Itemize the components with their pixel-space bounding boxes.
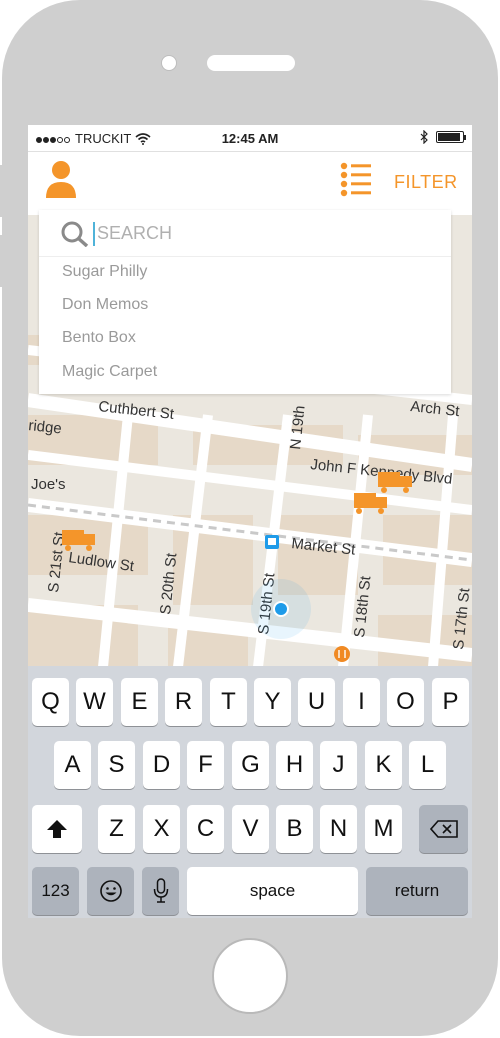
battery-icon: [436, 131, 466, 143]
key-d[interactable]: D: [143, 741, 180, 789]
key-i[interactable]: I: [343, 678, 380, 726]
key-b[interactable]: B: [276, 805, 313, 853]
key-x[interactable]: X: [143, 805, 180, 853]
key-e[interactable]: E: [121, 678, 158, 726]
microphone-icon: [153, 878, 168, 903]
location-dot-icon: [273, 601, 289, 617]
bluetooth-icon: [420, 130, 428, 144]
return-key[interactable]: return: [366, 867, 468, 915]
suggestion-item[interactable]: Magic Carpet: [62, 363, 157, 381]
volume-up-button: [0, 165, 4, 217]
app-header: FILTER: [28, 152, 472, 210]
key-y[interactable]: Y: [254, 678, 291, 726]
suggestion-item[interactable]: Don Memos: [62, 296, 148, 314]
key-a[interactable]: A: [54, 741, 91, 789]
key-g[interactable]: G: [232, 741, 269, 789]
screen: TRUCKIT 12:45 AM FILTER Cuthbert St Arch…: [28, 125, 472, 918]
text-cursor: [93, 222, 95, 246]
key-p[interactable]: P: [432, 678, 469, 726]
key-u[interactable]: U: [298, 678, 335, 726]
numbers-key[interactable]: 123: [32, 867, 79, 915]
emoji-icon: [99, 880, 122, 902]
keyboard: Q W E R T Y U I O P A S D F G H J K L Z …: [28, 666, 472, 918]
key-z[interactable]: Z: [98, 805, 135, 853]
key-l[interactable]: L: [409, 741, 446, 789]
volume-down-button: [0, 235, 4, 287]
street-label: Joe's: [31, 476, 66, 493]
key-k[interactable]: K: [365, 741, 402, 789]
key-m[interactable]: M: [365, 805, 402, 853]
backspace-key[interactable]: [419, 805, 468, 853]
key-c[interactable]: C: [187, 805, 224, 853]
street-label: ridge: [28, 417, 63, 437]
key-f[interactable]: F: [187, 741, 224, 789]
key-w[interactable]: W: [76, 678, 113, 726]
shift-key[interactable]: [32, 805, 82, 853]
key-h[interactable]: H: [276, 741, 313, 789]
shift-icon: [47, 820, 67, 838]
search-bar[interactable]: [39, 210, 451, 257]
suggestion-item[interactable]: Bento Box: [62, 329, 136, 347]
earpiece-speaker: [207, 55, 295, 71]
home-button[interactable]: [212, 938, 288, 1014]
space-key[interactable]: space: [187, 867, 358, 915]
suggestion-item[interactable]: Sugar Philly: [62, 263, 147, 281]
list-menu-icon[interactable]: [340, 162, 372, 198]
backspace-icon: [429, 820, 458, 838]
key-q[interactable]: Q: [32, 678, 69, 726]
key-o[interactable]: O: [387, 678, 424, 726]
key-t[interactable]: T: [210, 678, 247, 726]
front-camera: [161, 55, 177, 71]
search-input[interactable]: [97, 220, 427, 246]
key-n[interactable]: N: [320, 805, 357, 853]
search-panel: Sugar Philly Don Memos Bento Box Magic C…: [39, 210, 451, 394]
emoji-key[interactable]: [87, 867, 134, 915]
metro-icon: [265, 535, 279, 549]
key-r[interactable]: R: [165, 678, 202, 726]
key-v[interactable]: V: [232, 805, 269, 853]
key-j[interactable]: J: [320, 741, 357, 789]
key-s[interactable]: S: [98, 741, 135, 789]
status-time: 12:45 AM: [221, 131, 279, 146]
microphone-key[interactable]: [142, 867, 179, 915]
filter-button[interactable]: FILTER: [394, 172, 458, 193]
restaurant-pin-icon[interactable]: [334, 646, 350, 662]
status-right: [420, 130, 466, 144]
status-bar: TRUCKIT 12:45 AM: [28, 125, 472, 152]
user-icon[interactable]: [44, 160, 78, 200]
search-icon: [61, 221, 89, 247]
